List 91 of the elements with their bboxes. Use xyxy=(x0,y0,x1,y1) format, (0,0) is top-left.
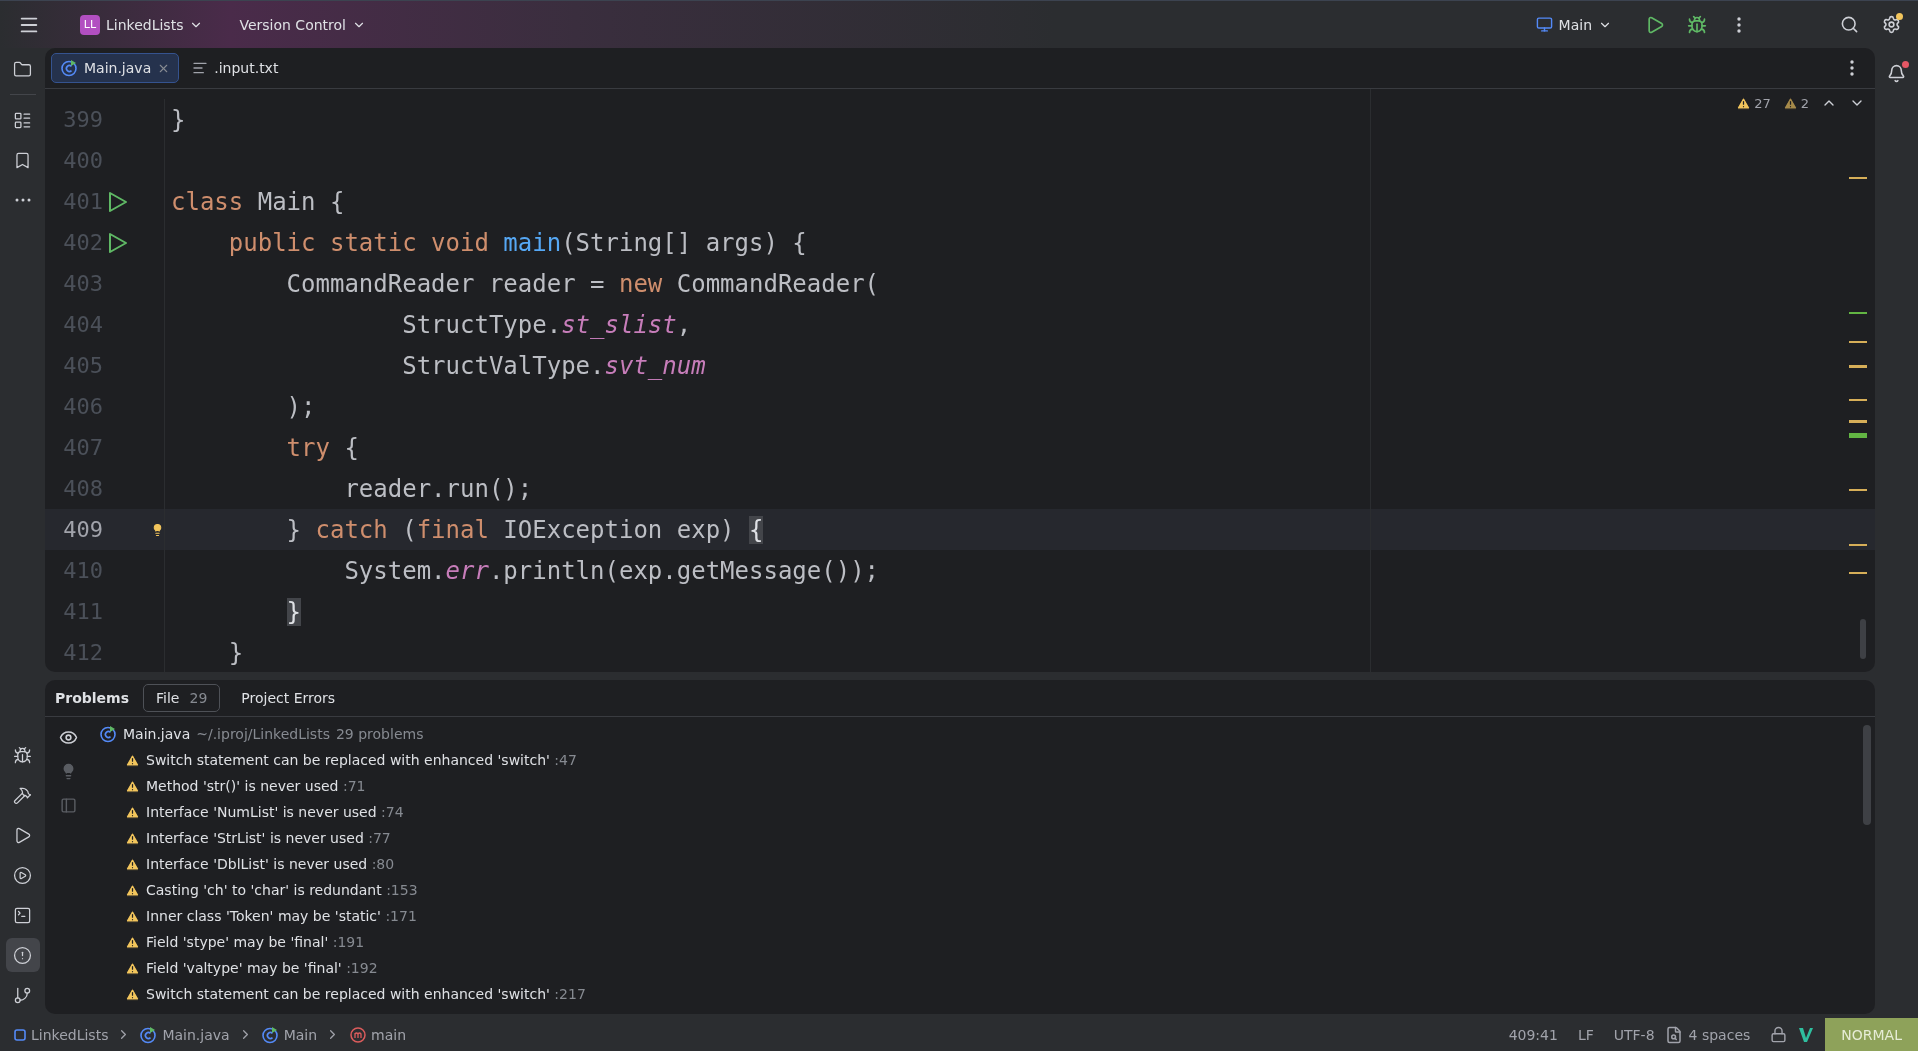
run-gutter-icon[interactable] xyxy=(107,189,129,214)
code-line: } catch (final IOException exp) { xyxy=(285,515,764,544)
warning-icon xyxy=(1736,95,1752,111)
code-line: StructValType.svt_num xyxy=(401,351,706,380)
problem-item[interactable]: Inner class 'Token' may be 'static' :171 xyxy=(146,908,417,924)
code-line: System.err.println(exp.getMessage()); xyxy=(343,556,880,585)
problem-item[interactable]: Interface 'NumList' is never used :74 xyxy=(146,804,404,820)
git-icon xyxy=(13,985,32,1005)
editor-tab[interactable]: Main.java xyxy=(51,53,180,83)
bookmarks-icon xyxy=(13,150,32,170)
problem-item[interactable]: Casting 'ch' to 'char' is redundant :153 xyxy=(146,882,418,898)
warning-icon xyxy=(125,882,140,898)
problem-item[interactable]: Field 'stype' may be 'final' :191 xyxy=(146,934,365,950)
indent-setting[interactable]: 4 spaces xyxy=(1682,1026,1761,1043)
terminal-icon xyxy=(13,905,32,925)
inspection-counter[interactable]: 2 xyxy=(1780,93,1811,113)
vim-icon[interactable] xyxy=(1797,1025,1816,1044)
breadcrumb[interactable]: LinkedLists xyxy=(31,1026,109,1043)
build-icon xyxy=(13,785,32,805)
run-gutter-icon[interactable] xyxy=(107,230,129,255)
java-class-icon xyxy=(260,1025,279,1044)
problems-tab[interactable]: File 29 xyxy=(143,684,221,712)
code-line: public static void main(String[] args) { xyxy=(227,228,807,257)
lock-icon[interactable] xyxy=(1770,1026,1788,1043)
settings-icon xyxy=(1881,15,1901,34)
preview-icon xyxy=(59,796,77,814)
problem-item[interactable]: Switch statement can be replaced with enhanced 'switch' :47 xyxy=(146,752,577,768)
java-class-icon xyxy=(60,59,78,77)
project-badge: LL xyxy=(80,14,100,35)
file-encoding[interactable]: UTF-8 xyxy=(1603,1026,1665,1043)
problem-item[interactable]: Field 'valtype' may be 'final' :192 xyxy=(146,960,378,976)
vcs-dropdown[interactable]: Version Control xyxy=(231,12,374,37)
warning-icon xyxy=(125,986,140,1002)
inspection-counter[interactable]: 27 xyxy=(1734,93,1773,113)
file-path: ~/.iproj/LinkedLists xyxy=(196,725,330,742)
structure-icon xyxy=(13,110,32,130)
text-file-icon xyxy=(192,60,209,76)
caret-position[interactable]: 409:41 xyxy=(1498,1026,1568,1043)
vim-mode: NORMAL xyxy=(1825,1018,1918,1051)
project-dropdown[interactable]: LL LinkedLists xyxy=(72,10,212,39)
code-line: reader.run(); xyxy=(343,474,533,503)
warning-icon xyxy=(125,908,140,924)
code-line: class Main { xyxy=(170,187,345,216)
problem-item[interactable]: Switch statement can be replaced with enhanced 'switch' :217 xyxy=(146,986,586,1002)
code-line: try { xyxy=(285,433,359,462)
warning-icon xyxy=(125,856,140,872)
bell-icon xyxy=(1887,63,1906,83)
file-search-icon xyxy=(1664,1025,1683,1044)
warning-icon xyxy=(125,934,140,950)
warning-icon xyxy=(125,804,140,820)
debug-icon xyxy=(13,745,32,765)
run-config-dropdown[interactable]: Main xyxy=(1527,12,1620,37)
warning-icon xyxy=(1782,95,1798,111)
services-icon xyxy=(13,865,32,885)
file-name[interactable]: Main.java xyxy=(123,725,191,742)
warning-icon xyxy=(125,830,140,846)
problem-item[interactable]: Interface 'StrList' is never used :77 xyxy=(146,830,391,846)
java-class-icon xyxy=(99,724,117,743)
editor-tab[interactable]: .input.txt xyxy=(183,53,288,83)
method-icon xyxy=(348,1025,367,1044)
code-line: } xyxy=(170,105,186,134)
problem-item[interactable]: Method 'str()' is never used :71 xyxy=(146,778,366,794)
breadcrumb[interactable]: main xyxy=(371,1026,407,1043)
line-number: 409 xyxy=(62,517,103,542)
problems-icon xyxy=(13,945,32,965)
problem-item[interactable]: Interface 'DblList' is never used :80 xyxy=(146,856,395,872)
problems-tool-button[interactable] xyxy=(5,938,40,972)
more-icon xyxy=(1737,16,1741,33)
problems-tab[interactable]: Project Errors xyxy=(228,684,349,712)
search-icon xyxy=(1839,15,1859,34)
code-line: ); xyxy=(285,392,316,421)
breadcrumb[interactable]: Main xyxy=(283,1026,318,1043)
code-line: CommandReader reader = new CommandReader( xyxy=(285,269,880,298)
module-icon xyxy=(14,1028,26,1041)
warning-icon xyxy=(125,778,140,794)
more-icon xyxy=(14,198,31,202)
code-line: StructType.st_slist, xyxy=(401,310,692,339)
java-class-icon xyxy=(139,1025,158,1044)
bug-icon xyxy=(1687,14,1707,35)
play-icon xyxy=(1645,14,1665,35)
scrollbar-thumb[interactable] xyxy=(1863,725,1871,825)
breadcrumb[interactable]: Main.java xyxy=(162,1026,230,1043)
panel-title: Problems xyxy=(55,690,130,706)
more-icon xyxy=(1850,60,1854,76)
project-icon xyxy=(13,59,32,79)
run-icon xyxy=(13,825,32,845)
line-ending[interactable]: LF xyxy=(1567,1026,1604,1043)
code-line: } xyxy=(227,638,244,667)
warning-icon xyxy=(125,960,140,976)
problem-count: 29 problems xyxy=(335,725,424,742)
warning-icon xyxy=(125,752,140,768)
